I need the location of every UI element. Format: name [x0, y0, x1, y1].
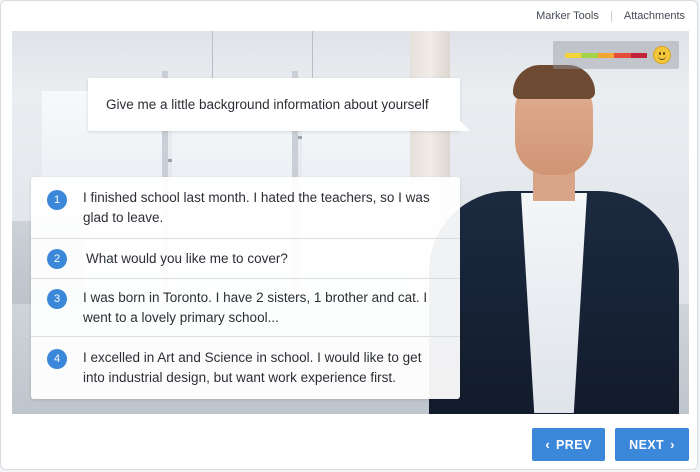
smiley-icon [653, 46, 671, 64]
chevron-left-icon: ‹ [545, 437, 551, 452]
option-number-badge: 2 [47, 249, 67, 269]
next-button-label: NEXT [629, 437, 665, 452]
mood-meter-bar [565, 53, 648, 58]
navigation-footer: ‹ PREV NEXT › [1, 414, 697, 469]
question-speech-bubble: Give me a little background information … [88, 78, 470, 131]
option-number-badge: 4 [47, 349, 67, 369]
answer-option-4[interactable]: 4 I excelled in Art and Science in schoo… [31, 337, 460, 399]
mood-segment [565, 53, 582, 58]
next-button[interactable]: NEXT › [615, 428, 689, 461]
option-text: I excelled in Art and Science in school.… [83, 350, 422, 385]
answer-option-1[interactable]: 1 I finished school last month. I hated … [31, 177, 460, 239]
option-text: What would you like me to cover? [86, 251, 288, 266]
presenter-character [429, 61, 689, 414]
chevron-right-icon: › [670, 437, 675, 452]
toolbar-links: Marker Tools Attachments [536, 10, 685, 22]
mood-segment [597, 53, 615, 58]
toolbar-divider [610, 10, 612, 22]
prev-button[interactable]: ‹ PREV [532, 428, 605, 461]
option-text: I finished school last month. I hated th… [83, 190, 430, 225]
mood-segment [581, 53, 598, 58]
top-toolbar: Marker Tools Attachments [1, 1, 697, 31]
mood-segment [630, 53, 648, 58]
character-hair [513, 65, 595, 99]
scenario-scene: Give me a little background information … [12, 31, 689, 414]
question-text: Give me a little background information … [106, 97, 429, 112]
answer-option-2[interactable]: 2 What would you like me to cover? [31, 239, 460, 279]
mood-segment [614, 53, 631, 58]
prev-button-label: PREV [556, 437, 592, 452]
option-number-badge: 1 [47, 190, 67, 210]
mood-meter [553, 41, 679, 69]
answer-option-3[interactable]: 3 I was born in Toronto. I have 2 sister… [31, 279, 460, 337]
option-text: I was born in Toronto. I have 2 sisters,… [83, 290, 428, 325]
answer-options-panel: 1 I finished school last month. I hated … [31, 177, 460, 399]
attachments-link[interactable]: Attachments [624, 10, 685, 22]
slide-frame: Marker Tools Attachments Give me a littl… [0, 0, 698, 470]
option-number-badge: 3 [47, 289, 67, 309]
marker-tools-link[interactable]: Marker Tools [536, 10, 599, 22]
